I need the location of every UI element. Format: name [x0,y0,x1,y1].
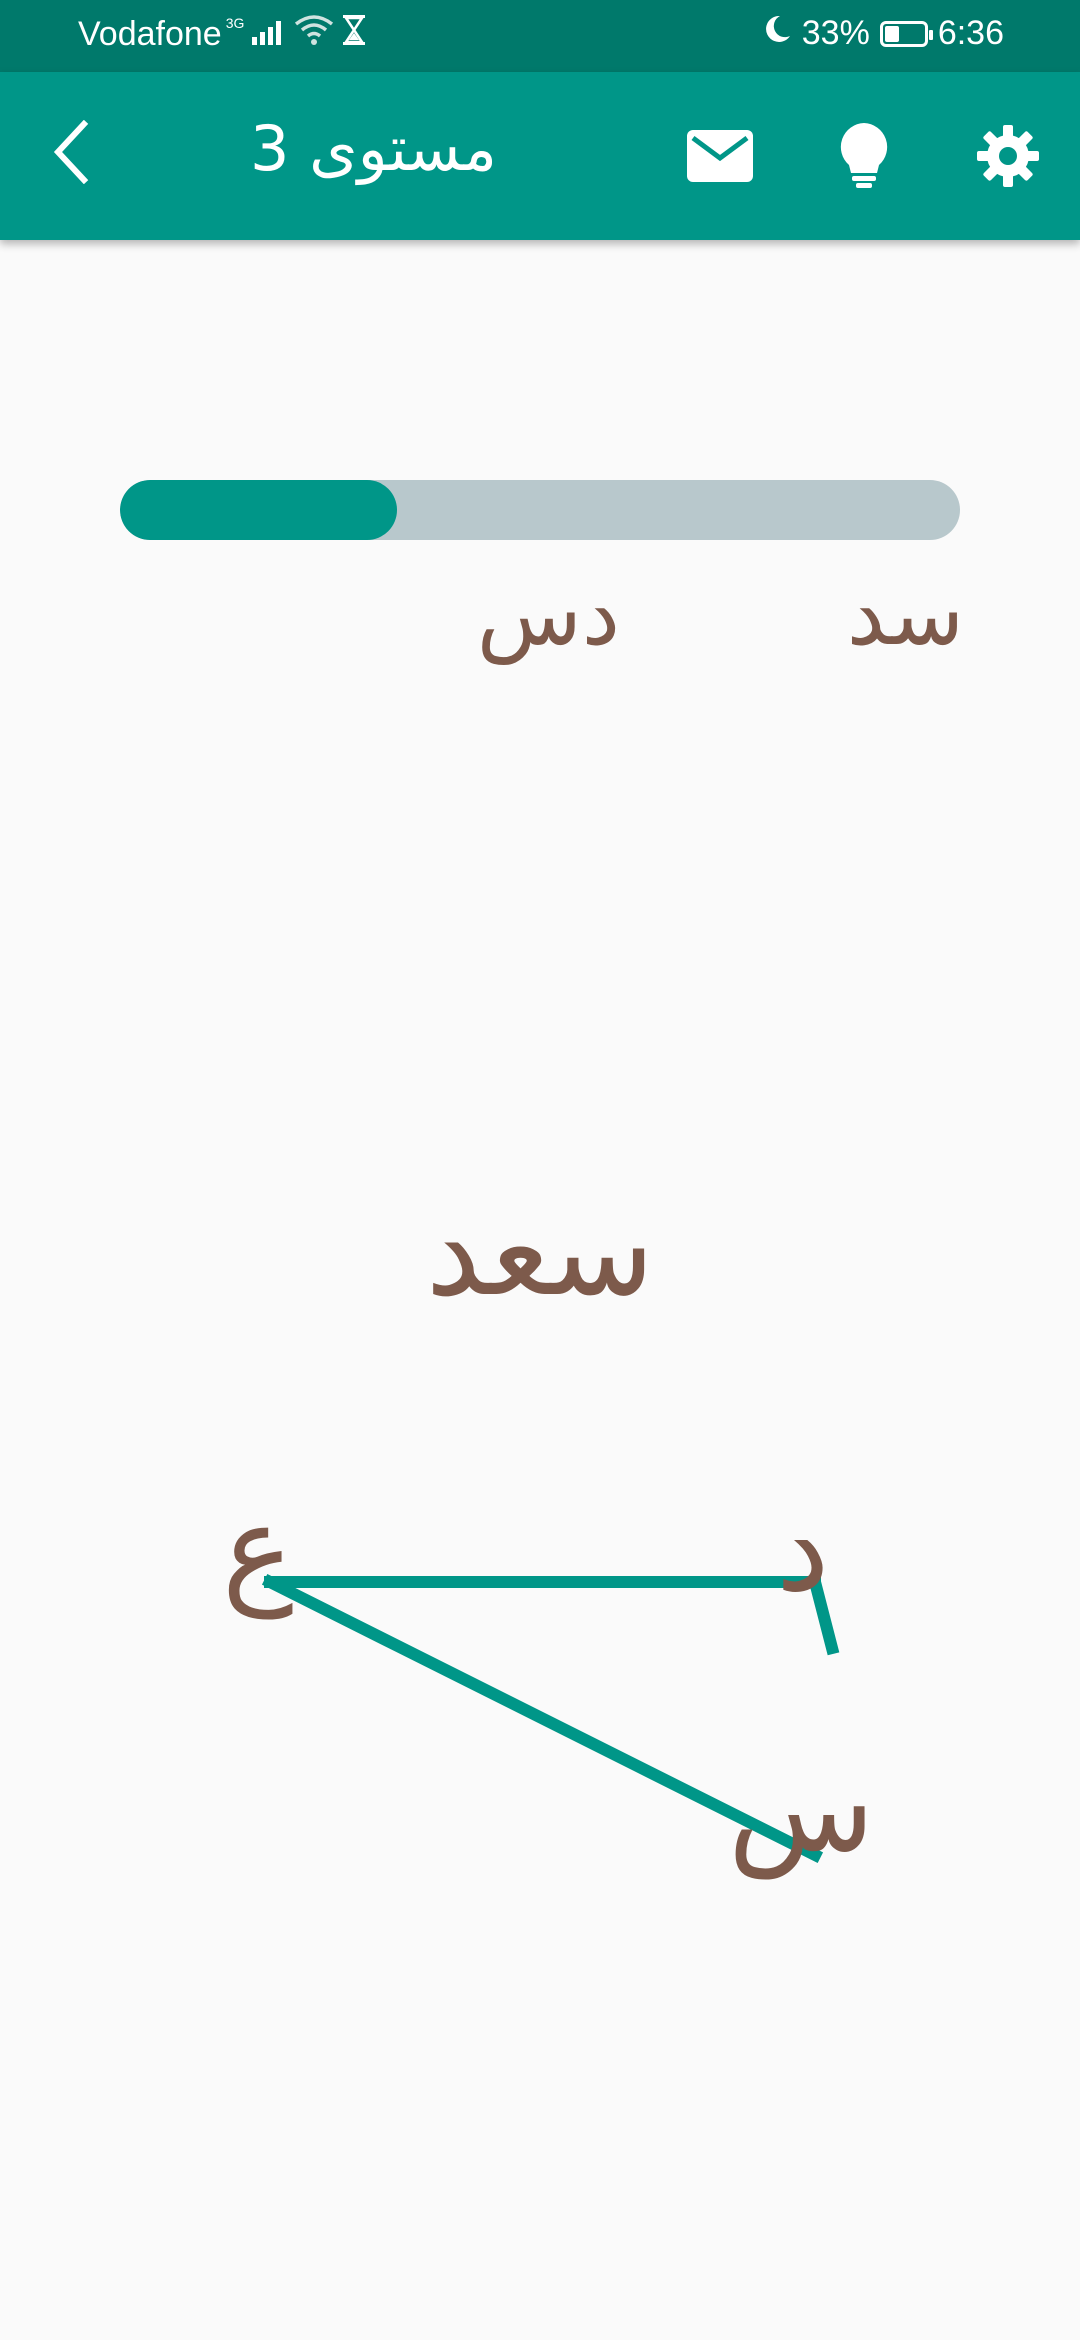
letter-connection-lines [261,1573,840,1864]
letter-tile-dal[interactable]: د [776,1480,829,1619]
letter-tile-seen[interactable]: س [728,1740,874,1879]
letter-tile-ain[interactable]: ع [222,1480,294,1619]
